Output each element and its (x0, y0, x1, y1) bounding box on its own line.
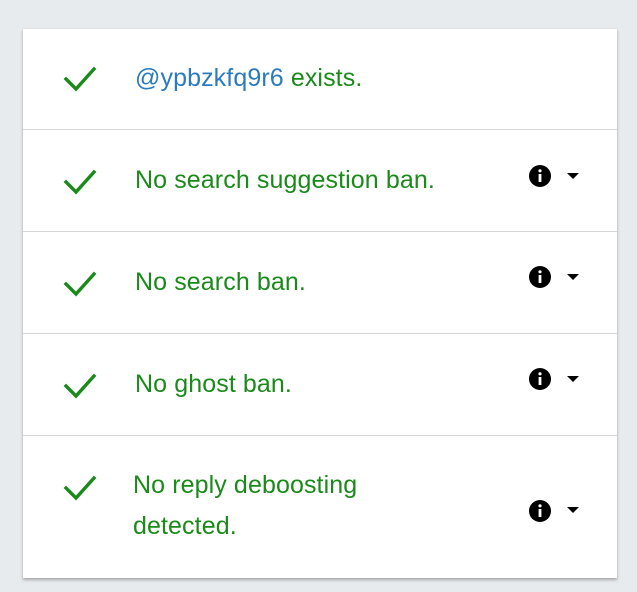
caret-down-icon[interactable] (566, 374, 580, 384)
info-icon[interactable] (528, 265, 552, 289)
result-label: No reply deboosting detected. (133, 471, 358, 540)
result-row-search-suggestion-ban: No search suggestion ban. (23, 130, 617, 232)
caret-down-icon[interactable] (566, 171, 580, 181)
caret-down-icon[interactable] (566, 505, 580, 515)
result-row-search-ban: No search ban. (23, 232, 617, 334)
checkmark-icon (63, 368, 97, 402)
result-label: @ypbzkfq9r6 exists. (135, 58, 362, 99)
result-label: No search suggestion ban. (135, 166, 435, 194)
checkmark-icon (63, 266, 97, 300)
checkmark-icon (63, 164, 97, 198)
account-handle-link[interactable]: @ypbzkfq9r6 (135, 64, 284, 92)
result-row-ghost-ban: No ghost ban. (23, 334, 617, 436)
caret-down-icon[interactable] (566, 272, 580, 282)
info-icon[interactable] (528, 499, 552, 523)
result-label: No ghost ban. (135, 370, 292, 398)
result-row-reply-deboosting: No reply deboosting detected. (23, 436, 617, 578)
exists-text: exists. (283, 64, 363, 92)
info-icon[interactable] (528, 367, 552, 391)
checkmark-icon (63, 470, 97, 504)
results-card: @ypbzkfq9r6 exists. No search suggestion… (23, 29, 617, 578)
result-label: No search ban. (135, 268, 306, 296)
info-icon[interactable] (528, 164, 552, 188)
result-row-exists: @ypbzkfq9r6 exists. (23, 29, 617, 130)
checkmark-icon (63, 61, 97, 95)
